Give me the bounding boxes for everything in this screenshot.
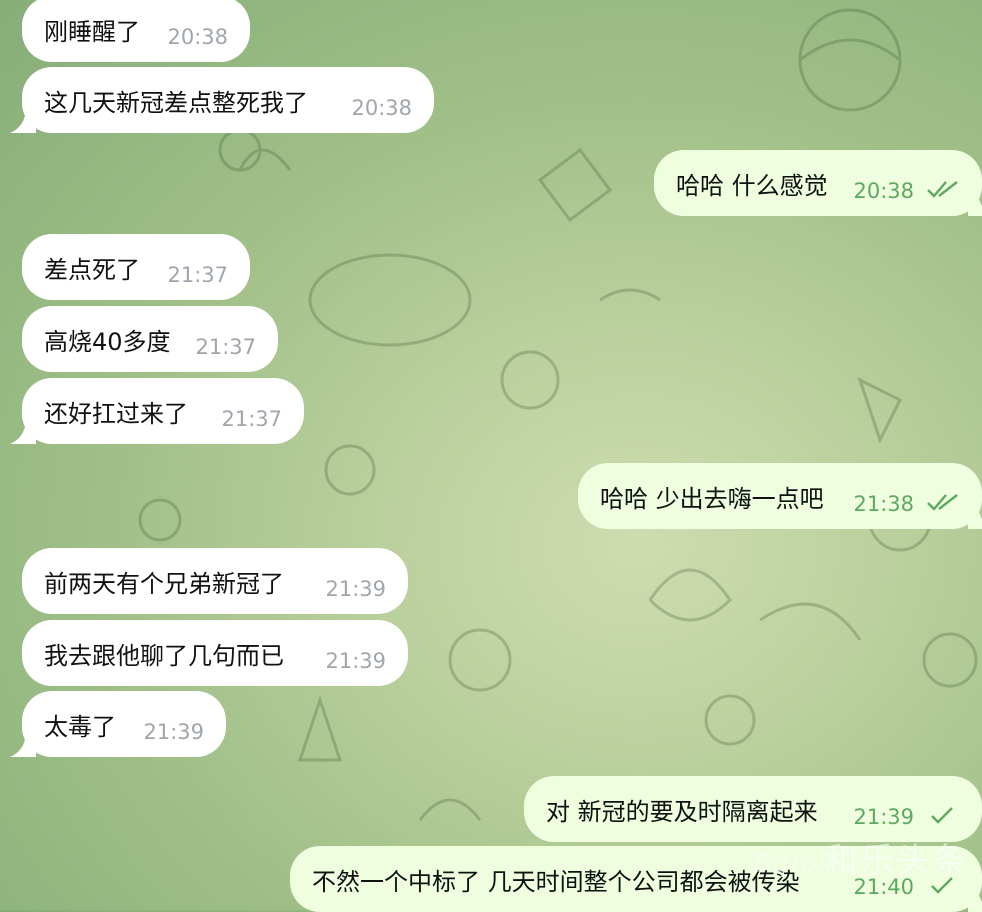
message-time: 20:38: [167, 25, 228, 49]
incoming-message-bubble[interactable]: 我去跟他聊了几句而已 21:39: [22, 620, 408, 686]
watermark-text: 和乐头条: [824, 841, 968, 881]
message-time: 20:38: [853, 179, 914, 203]
message-time: 21:39: [143, 720, 204, 744]
message-text: 刚睡醒了: [44, 17, 140, 46]
double-check-icon: [927, 181, 958, 198]
message-time: 20:38: [351, 96, 412, 120]
bubble-tail: [10, 111, 36, 133]
outgoing-message-bubble[interactable]: 哈哈 少出去嗨一点吧 21:38: [578, 463, 982, 529]
watermark: Bolo 和乐头条: [753, 833, 968, 882]
check-icon: [931, 807, 953, 824]
incoming-message-bubble[interactable]: 高烧40多度 21:37: [22, 306, 278, 372]
message-text: 哈哈 什么感觉: [676, 171, 828, 200]
message-time: 21:37: [221, 407, 282, 431]
incoming-message-bubble[interactable]: 太毒了 21:39: [10, 691, 226, 757]
message-time: 21:39: [325, 649, 386, 673]
incoming-message-bubble[interactable]: 差点死了 21:37: [22, 234, 250, 300]
message-time: 21:38: [853, 492, 914, 516]
message-text: 这几天新冠差点整死我了: [44, 88, 308, 117]
incoming-message-bubble[interactable]: 这几天新冠差点整死我了 20:38: [10, 67, 434, 133]
bubble-tail: [968, 890, 982, 912]
message-text: 对 新冠的要及时隔离起来: [546, 797, 818, 826]
message-text: 高烧40多度: [44, 327, 171, 356]
incoming-message-bubble[interactable]: 刚睡醒了 20:38: [22, 0, 250, 62]
bubble-tail: [968, 194, 982, 216]
message-text: 还好扛过来了: [44, 399, 188, 428]
bubble-tail: [968, 507, 982, 529]
message-time: 21:39: [325, 577, 386, 601]
message-time: 21:39: [853, 805, 914, 829]
message-time: 21:37: [195, 335, 256, 359]
incoming-message-bubble[interactable]: 前两天有个兄弟新冠了 21:39: [22, 548, 408, 614]
message-text: 我去跟他聊了几句而已: [44, 641, 284, 670]
bubble-tail: [10, 735, 36, 757]
incoming-message-bubble[interactable]: 还好扛过来了 21:37: [10, 378, 304, 444]
message-text: 太毒了: [44, 712, 116, 741]
chat-background-doodles: [138, 8, 978, 821]
double-check-icon: [927, 494, 958, 511]
message-text: 前两天有个兄弟新冠了: [44, 569, 284, 598]
message-text: 差点死了: [44, 255, 140, 284]
outgoing-message-bubble[interactable]: 哈哈 什么感觉 20:38: [654, 150, 982, 216]
message-text: 不然一个中标了 几天时间整个公司都会被传染: [312, 867, 800, 896]
watermark-logo: Bolo: [753, 849, 818, 879]
bubble-tail: [10, 422, 36, 444]
message-time: 21:37: [167, 263, 228, 287]
message-text: 哈哈 少出去嗨一点吧: [600, 484, 824, 513]
